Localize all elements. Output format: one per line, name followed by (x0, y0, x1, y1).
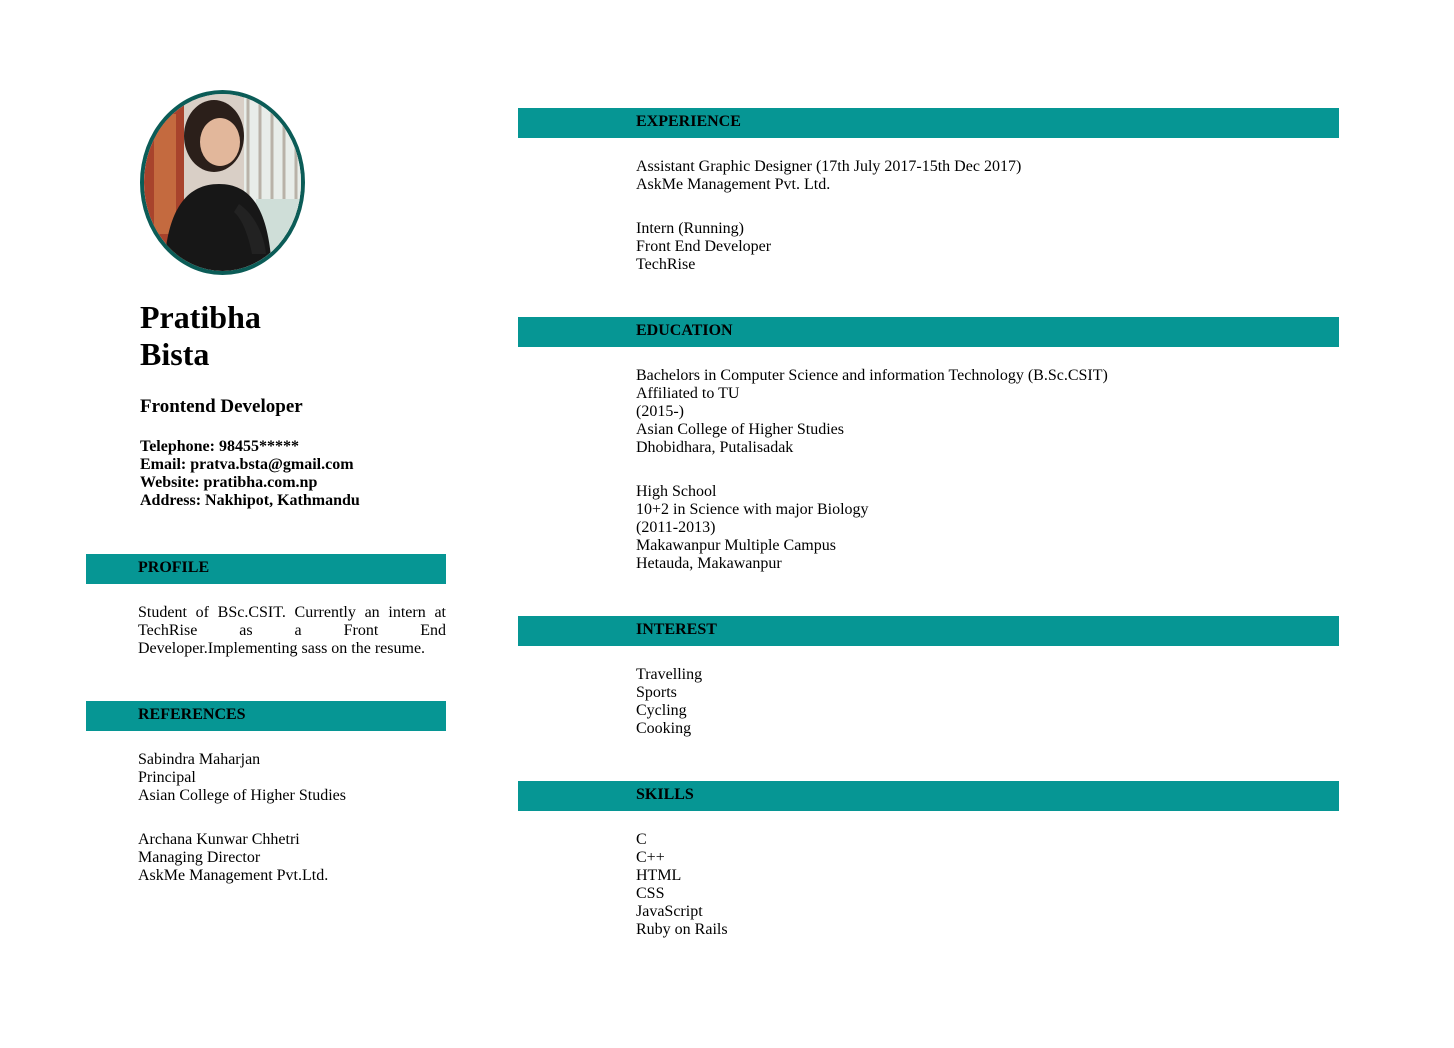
education-line: High School (636, 483, 717, 500)
interest-item: Cycling (636, 702, 687, 719)
contact-email: Email: pratva.bsta@gmail.com (140, 456, 354, 473)
experience-heading: EXPERIENCE (636, 113, 741, 130)
education-entry: High School 10+2 in Science with major B… (636, 483, 869, 573)
reference-organization: Asian College of Higher Studies (138, 787, 346, 804)
education-line: Bachelors in Computer Science and inform… (636, 367, 1108, 384)
education-line: Hetauda, Makawanpur (636, 555, 782, 572)
profile-header: PROFILE (86, 554, 446, 584)
skill-item: HTML (636, 867, 682, 884)
reference-name: Archana Kunwar Chhetri (138, 831, 300, 848)
interest-header: INTEREST (518, 616, 1339, 646)
education-header: EDUCATION (518, 317, 1339, 347)
profile-heading: PROFILE (138, 559, 210, 576)
skill-item: Ruby on Rails (636, 921, 728, 938)
skill-item: JavaScript (636, 903, 703, 920)
reference-entry: Archana Kunwar Chhetri Managing Director… (138, 831, 328, 885)
candidate-name: Pratibha Bista (140, 299, 261, 373)
contact-website: Website: pratibha.com.np (140, 474, 318, 491)
skill-item: C++ (636, 849, 665, 866)
references-header: REFERENCES (86, 701, 446, 731)
experience-header: EXPERIENCE (518, 108, 1339, 138)
skill-item: CSS (636, 885, 665, 902)
skills-list: C C++ HTML CSS JavaScript Ruby on Rails (636, 831, 728, 939)
first-name: Pratibha (140, 299, 261, 335)
skills-heading: SKILLS (636, 786, 694, 803)
contact-telephone: Telephone: 98455***** (140, 438, 299, 455)
references-heading: REFERENCES (138, 706, 246, 723)
education-line: 10+2 in Science with major Biology (636, 501, 869, 518)
skill-item: C (636, 831, 647, 848)
reference-organization: AskMe Management Pvt.Ltd. (138, 867, 329, 884)
experience-line: TechRise (636, 256, 696, 273)
experience-entry: Assistant Graphic Designer (17th July 20… (636, 158, 1021, 194)
last-name: Bista (140, 336, 210, 372)
interest-heading: INTEREST (636, 621, 717, 638)
experience-line: Assistant Graphic Designer (17th July 20… (636, 158, 1022, 175)
education-entry: Bachelors in Computer Science and inform… (636, 367, 1108, 457)
reference-entry: Sabindra Maharjan Principal Asian Colleg… (138, 751, 346, 805)
reference-role: Managing Director (138, 849, 261, 866)
profile-text: Student of BSc.CSIT. Currently an intern… (138, 604, 446, 657)
experience-line: AskMe Management Pvt. Ltd. (636, 176, 831, 193)
job-title: Frontend Developer (140, 396, 303, 417)
interest-item: Travelling (636, 666, 703, 683)
interest-list: Travelling Sports Cycling Cooking (636, 666, 702, 738)
education-heading: EDUCATION (636, 322, 733, 339)
reference-name: Sabindra Maharjan (138, 751, 261, 768)
education-line: Makawanpur Multiple Campus (636, 537, 836, 554)
interest-item: Cooking (636, 720, 692, 737)
interest-item: Sports (636, 684, 677, 701)
education-line: Affiliated to TU (636, 385, 740, 402)
education-line: (2011-2013) (636, 519, 716, 536)
education-line: (2015-) (636, 403, 684, 420)
experience-line: Front End Developer (636, 238, 772, 255)
experience-line: Intern (Running) (636, 220, 744, 237)
contact-info: Telephone: 98455***** Email: pratva.bsta… (140, 438, 360, 510)
profile-photo (140, 90, 305, 275)
skills-header: SKILLS (518, 781, 1339, 811)
experience-entry: Intern (Running) Front End Developer Tec… (636, 220, 771, 274)
contact-address: Address: Nakhipot, Kathmandu (140, 492, 360, 509)
education-line: Asian College of Higher Studies (636, 421, 844, 438)
education-line: Dhobidhara, Putalisadak (636, 439, 794, 456)
reference-role: Principal (138, 769, 196, 786)
